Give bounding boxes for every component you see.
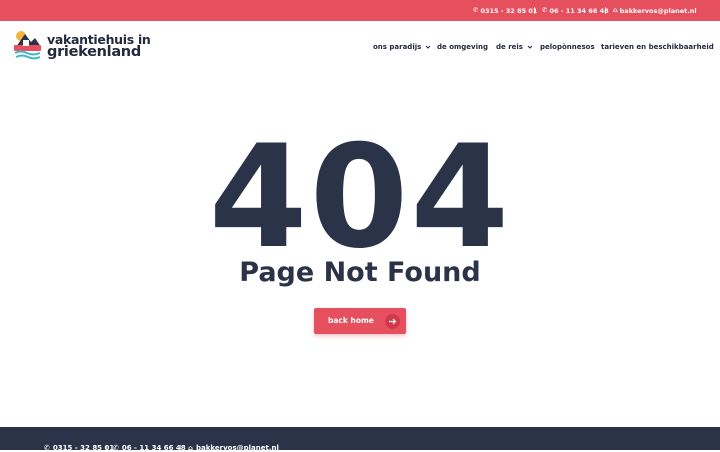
topbar-email[interactable]: ⌂ bakkervos@planet.nl (613, 0, 697, 21)
phone-icon: ✆ (44, 444, 50, 452)
footer-email-text: bakkervos@planet.nl (196, 444, 279, 452)
nav-item-de-omgeving[interactable]: de omgeving (437, 42, 488, 52)
topbar-phone2-text: 06 - 11 34 66 48 (549, 6, 609, 15)
back-home-label: back home (328, 316, 374, 325)
chevron-down-icon (527, 45, 533, 49)
site-logo[interactable]: vakantiehuis in griekenland (13, 30, 151, 66)
nav-item-label: tarieven en beschikbaarheid (601, 43, 714, 51)
error-message: Page Not Found (239, 257, 481, 288)
topbar-divider (534, 7, 535, 14)
chevron-down-icon (425, 45, 431, 49)
topbar-phone1[interactable]: ✆ 0315 - 32 85 01 (473, 0, 537, 21)
footer-phone2-text: 06 - 11 34 66 48 (121, 444, 186, 452)
nav-item-label: de reis (496, 43, 523, 51)
footer-divider (106, 445, 107, 451)
arrow-right-icon (385, 314, 400, 329)
site-header: vakantiehuis in griekenland ons paradijs… (0, 21, 720, 73)
home-icon: ⌂ (188, 444, 194, 452)
phone-icon: ✆ (542, 6, 548, 15)
nav-item-peloponnesos[interactable]: pelopònnesos (540, 42, 595, 52)
site-footer: ✆ 0315 - 32 85 01 ✆ 06 - 11 34 66 48 ⌂ b… (0, 427, 720, 452)
phone-icon: ✆ (473, 6, 479, 15)
nav-item-label: ons paradijs (373, 43, 422, 51)
nav-item-label: pelopònnesos (540, 43, 595, 51)
logo-line2: griekenland (47, 44, 141, 60)
home-icon: ⌂ (613, 6, 618, 15)
footer-phone1[interactable]: ✆ 0315 - 32 85 01 (44, 444, 114, 452)
logo-mark-icon (14, 31, 41, 60)
phone-icon: ✆ (113, 444, 119, 452)
footer-phone2[interactable]: ✆ 06 - 11 34 66 48 (113, 444, 186, 452)
topbar-divider (605, 7, 606, 14)
footer-divider (180, 445, 181, 451)
logo-text: vakantiehuis in griekenland (47, 33, 151, 59)
back-home-button[interactable]: back home (314, 308, 406, 334)
nav-item-label: de omgeving (437, 43, 489, 51)
nav-item-ons-paradijs[interactable]: ons paradijs (373, 42, 431, 52)
topbar-email-text: bakkervos@planet.nl (619, 6, 697, 15)
error-code: 404 (208, 115, 512, 280)
nav-item-de-reis[interactable]: de reis (496, 42, 533, 52)
topbar-phone1-text: 0315 - 32 85 01 (480, 6, 538, 15)
footer-email[interactable]: ⌂ bakkervos@planet.nl (188, 444, 279, 452)
nav-item-tarieven[interactable]: tarieven en beschikbaarheid (601, 42, 714, 52)
topbar-phone2[interactable]: ✆ 06 - 11 34 66 48 (542, 0, 609, 21)
top-contact-bar: ✆ 0315 - 32 85 01 ✆ 06 - 11 34 66 48 ⌂ b… (0, 0, 720, 21)
